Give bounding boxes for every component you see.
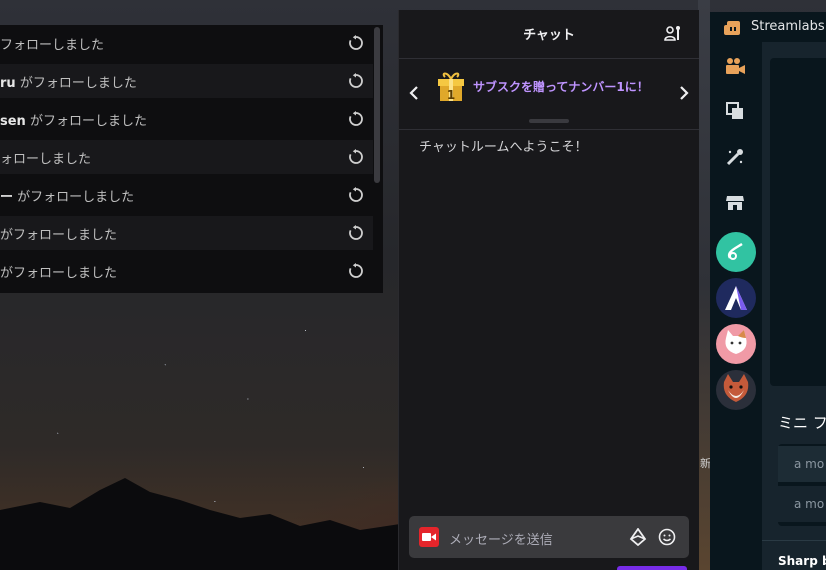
fox-avatar-icon[interactable] bbox=[716, 370, 756, 410]
replay-icon[interactable] bbox=[348, 34, 366, 52]
event-list-panel: フォローしました ru がフォローしました sen がフォローしました ォローし… bbox=[0, 25, 383, 293]
event-text: がフォローしました bbox=[0, 265, 118, 281]
event-row: がフォローしました bbox=[0, 216, 373, 250]
app-title: Streamlabs bbox=[751, 19, 825, 34]
section-title: ミニ フ bbox=[778, 414, 826, 432]
streamlabs-window: Streamlabs ミニ フ a mo a mo Sharp b bbox=[710, 12, 826, 570]
event-row: がフォローしました bbox=[0, 254, 373, 288]
event-text: がフォローしました bbox=[29, 113, 147, 129]
camera-icon[interactable] bbox=[419, 527, 439, 547]
scenes-icon[interactable] bbox=[724, 100, 746, 122]
users-icon[interactable] bbox=[663, 24, 683, 44]
emote-icon[interactable] bbox=[658, 528, 676, 546]
bits-icon[interactable] bbox=[629, 527, 647, 547]
store-icon[interactable] bbox=[724, 192, 746, 214]
footer-label: Sharp b bbox=[778, 554, 826, 568]
chevron-left-icon[interactable] bbox=[407, 85, 421, 101]
event-user: ru bbox=[0, 75, 16, 91]
gift-number: 1 bbox=[447, 88, 455, 102]
event-text: がフォローしました bbox=[19, 75, 137, 91]
event-user: sen bbox=[0, 113, 26, 129]
event-list-scrollbar[interactable] bbox=[374, 27, 380, 183]
mountain-silhouette bbox=[0, 478, 400, 570]
event-row: フォローしました bbox=[0, 26, 373, 60]
promo-text: サブスクを贈ってナンバー1に！ bbox=[473, 80, 649, 94]
replay-icon[interactable] bbox=[348, 262, 366, 280]
app-cloudbot-icon[interactable] bbox=[716, 232, 756, 272]
divider bbox=[762, 540, 826, 541]
app-a-logo-icon[interactable] bbox=[716, 278, 756, 318]
chat-title: チャット bbox=[523, 28, 575, 43]
replay-icon[interactable] bbox=[348, 186, 366, 204]
chevron-right-icon[interactable] bbox=[677, 85, 691, 101]
event-text: フォローしました bbox=[0, 37, 105, 53]
themes-icon[interactable] bbox=[724, 146, 746, 168]
streamlabs-logo-icon bbox=[724, 20, 740, 35]
replay-icon[interactable] bbox=[348, 224, 366, 242]
chat-input[interactable]: メッセージを送信 bbox=[409, 516, 689, 558]
mini-feed-box: a mo a mo bbox=[778, 444, 826, 526]
chat-send-button[interactable] bbox=[617, 566, 687, 570]
feed-input[interactable]: a mo bbox=[778, 446, 826, 482]
event-text: がフォローしました bbox=[17, 189, 135, 205]
replay-icon[interactable] bbox=[348, 110, 366, 128]
chat-input-placeholder: メッセージを送信 bbox=[449, 533, 553, 548]
streamlabs-sidebar bbox=[710, 42, 762, 570]
event-text: ォローしました bbox=[0, 151, 92, 167]
chat-header: チャット bbox=[399, 10, 699, 59]
cat-avatar-icon[interactable] bbox=[716, 324, 756, 364]
event-text: がフォローしました bbox=[0, 227, 118, 243]
feed-input[interactable]: a mo bbox=[778, 486, 826, 522]
chat-welcome-message: チャットルームへようこそ！ bbox=[419, 140, 588, 155]
gift-icon: 1 bbox=[435, 71, 467, 103]
streamlabs-titlebar: Streamlabs bbox=[710, 12, 826, 42]
chat-panel: チャット 1 サブスクを贈ってナンバー1に！ チャットルームへようこそ！ メッセ… bbox=[398, 10, 699, 570]
event-row: ー がフォローしました bbox=[0, 178, 373, 212]
event-row: ォローしました bbox=[0, 140, 373, 174]
camera-icon[interactable] bbox=[724, 56, 746, 78]
replay-icon[interactable] bbox=[348, 72, 366, 90]
promo-collapse-handle[interactable] bbox=[529, 119, 569, 123]
stream-preview bbox=[770, 58, 826, 386]
event-row: ru がフォローしました bbox=[0, 64, 373, 98]
event-user: ー bbox=[0, 189, 14, 205]
background-strip bbox=[698, 0, 710, 570]
gift-promo-banner[interactable]: 1 サブスクを贈ってナンバー1に！ bbox=[399, 59, 699, 130]
event-row: sen がフォローしました bbox=[0, 102, 373, 136]
replay-icon[interactable] bbox=[348, 148, 366, 166]
